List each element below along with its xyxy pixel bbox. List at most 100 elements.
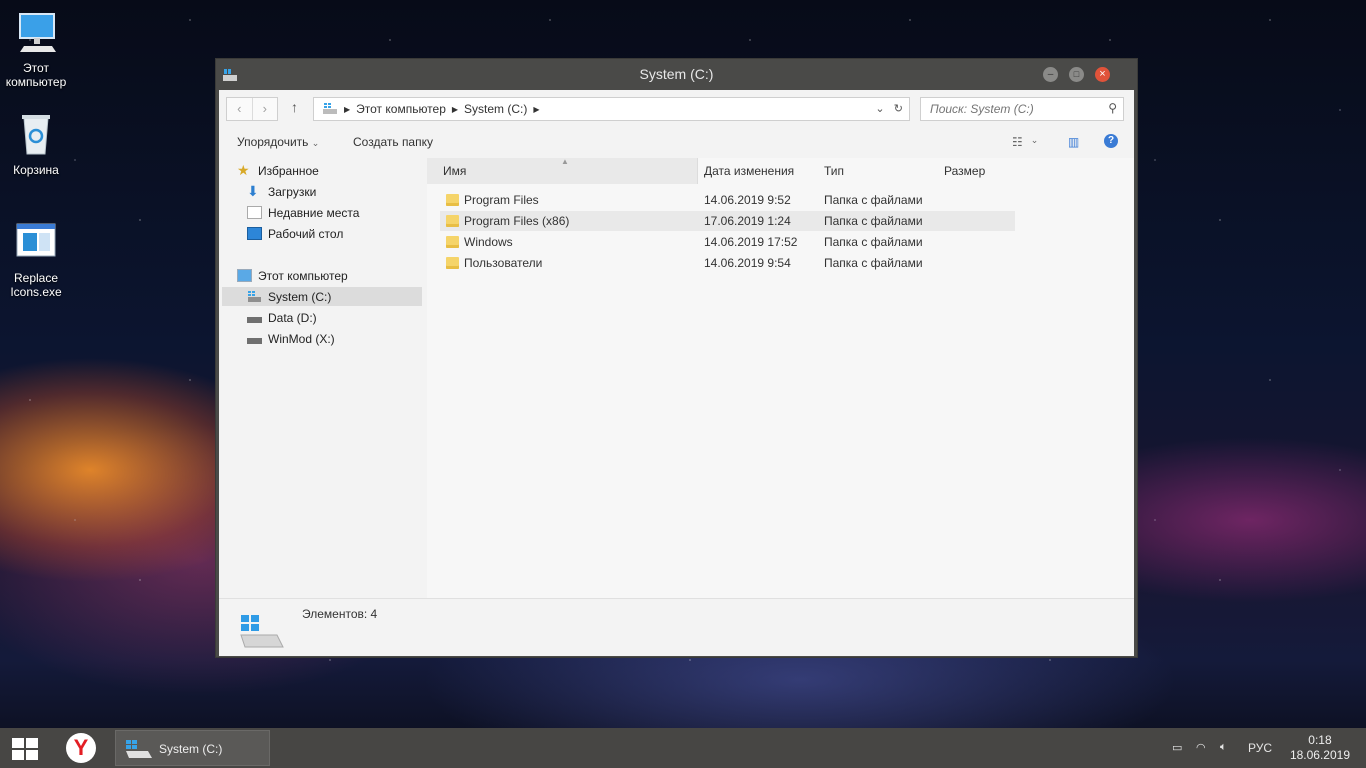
exe-icon xyxy=(16,223,56,257)
drive-icon xyxy=(248,291,261,302)
recycle-bin-icon xyxy=(22,115,50,155)
file-date: 14.06.2019 9:52 xyxy=(704,193,791,207)
desktop-icon-this-pc[interactable]: Этот компьютер xyxy=(0,10,74,89)
organize-menu[interactable]: Упорядочить ⌄ xyxy=(237,135,319,149)
battery-icon[interactable]: ▭ xyxy=(1172,741,1182,754)
back-button[interactable]: ‹ xyxy=(227,98,253,120)
computer-icon xyxy=(237,269,252,282)
clock[interactable]: 0:18 18.06.2019 xyxy=(1290,733,1350,763)
file-name: Program Files xyxy=(464,193,539,207)
up-button[interactable]: ↑ xyxy=(291,99,298,115)
minimize-button[interactable] xyxy=(1043,67,1058,82)
desktop-icon-label: Корзина xyxy=(13,163,59,177)
chevron-right-icon[interactable]: ▶ xyxy=(344,105,350,114)
chevron-down-icon[interactable]: ⌄ xyxy=(1031,135,1039,149)
file-row[interactable]: Windows 14.06.2019 17:52 Папка с файлами xyxy=(440,232,1015,252)
volume-icon[interactable]: 🔈︎ xyxy=(1220,741,1227,754)
taskbar-item-label: System (C:) xyxy=(159,742,223,756)
drive-icon xyxy=(247,337,262,344)
new-folder-button[interactable]: Создать папку xyxy=(353,135,433,149)
desktop-icon-label: Этот компьютер xyxy=(5,61,67,89)
column-header-size[interactable]: Размер xyxy=(944,158,985,184)
nav-label: WinMod (X:) xyxy=(268,331,335,346)
drive-icon xyxy=(323,103,337,114)
file-row[interactable]: Program Files (x86) 17.06.2019 1:24 Папк… xyxy=(440,211,1015,231)
window-title: System (C:) xyxy=(639,66,714,82)
desktop-icon-recycle-bin[interactable]: Корзина xyxy=(0,112,74,177)
nav-buttons: ‹ › xyxy=(226,97,278,121)
file-type: Папка с файлами xyxy=(824,193,923,207)
clock-time: 0:18 xyxy=(1308,733,1332,747)
taskbar: Y System (C:) ▭ ◠ 🔈︎ РУС 0:18 18.06.2019 xyxy=(0,728,1366,768)
nav-label: Избранное xyxy=(258,163,319,178)
view-options-icon[interactable]: ☷ xyxy=(1012,135,1023,149)
preview-pane-icon[interactable]: ▥ xyxy=(1068,135,1079,149)
close-button[interactable] xyxy=(1095,67,1110,82)
address-controls: ⌄ ↻ xyxy=(875,102,903,115)
nav-label: Недавние места xyxy=(268,205,360,220)
refresh-icon[interactable]: ↻ xyxy=(894,103,903,115)
address-row: ‹ › ↑ ▶ Этот компьютер ▶ System (C:) ▶ ⌄… xyxy=(219,90,1134,126)
chevron-right-icon[interactable]: ▶ xyxy=(533,105,539,114)
item-count: Элементов: 4 xyxy=(302,607,378,621)
windows-start-icon[interactable] xyxy=(12,738,38,760)
nav-this-pc[interactable]: Этот компьютер xyxy=(237,266,423,285)
address-bar[interactable]: ▶ Этот компьютер ▶ System (C:) ▶ ⌄ ↻ xyxy=(313,97,910,121)
file-name: Windows xyxy=(464,235,513,249)
folder-icon xyxy=(446,257,459,269)
explorer-window: System (C:) ‹ › ↑ ▶ Этот компьютер ▶ Sys… xyxy=(215,58,1138,658)
nav-desktop[interactable]: Рабочий стол xyxy=(247,224,423,243)
search-icon[interactable]: ⚲ xyxy=(1108,101,1117,115)
nav-downloads[interactable]: ⬇ Загрузки xyxy=(247,182,423,201)
wifi-icon[interactable]: ◠ xyxy=(1196,741,1206,754)
recent-places-icon xyxy=(247,206,262,219)
breadcrumb-drive-c[interactable]: System (C:) xyxy=(464,102,527,116)
file-row[interactable]: Пользователи 14.06.2019 9:54 Папка с фай… xyxy=(440,253,1015,273)
nav-label: Data (D:) xyxy=(268,310,317,325)
column-header-type[interactable]: Тип xyxy=(824,158,844,184)
nav-label: Этот компьютер xyxy=(258,268,348,283)
column-header-date[interactable]: Дата изменения xyxy=(704,158,794,184)
nav-recent[interactable]: Недавние места xyxy=(247,203,423,222)
view-controls: ☷ ⌄ xyxy=(1012,135,1038,149)
clock-date: 18.06.2019 xyxy=(1289,748,1350,762)
search-box[interactable]: ⚲ xyxy=(920,97,1124,121)
forward-button[interactable]: › xyxy=(253,98,278,120)
chevron-right-icon[interactable]: ▶ xyxy=(452,105,458,114)
maximize-button[interactable] xyxy=(1069,67,1084,82)
file-row[interactable]: Program Files 14.06.2019 9:52 Папка с фа… xyxy=(440,190,1015,210)
search-input[interactable] xyxy=(930,102,1100,116)
folder-icon xyxy=(446,215,459,227)
chevron-down-icon: ⌄ xyxy=(311,138,320,148)
breadcrumb-this-pc[interactable]: Этот компьютер xyxy=(356,102,446,116)
nav-favorites[interactable]: ★ Избранное xyxy=(237,161,423,180)
taskbar-item-explorer[interactable]: System (C:) xyxy=(115,730,270,766)
nav-drive-c[interactable]: System (C:) xyxy=(222,287,422,306)
language-indicator[interactable]: РУС xyxy=(1248,741,1272,755)
star-icon: ★ xyxy=(237,162,250,178)
column-header-name[interactable]: ▲ Имя xyxy=(427,157,698,184)
details-pane: Элементов: 4 xyxy=(219,598,1134,656)
file-type: Папка с файлами xyxy=(824,256,923,270)
chevron-down-icon[interactable]: ⌄ xyxy=(875,103,884,115)
desktop-icon-label: Replace Icons.exe xyxy=(10,271,62,299)
desktop-icon xyxy=(247,227,262,240)
yandex-browser-icon[interactable]: Y xyxy=(66,733,96,763)
file-date: 14.06.2019 17:52 xyxy=(704,235,798,249)
drive-icon xyxy=(126,740,152,758)
organize-label: Упорядочить xyxy=(237,135,309,149)
title-bar[interactable]: System (C:) xyxy=(216,59,1137,90)
desktop-icon-replace-icons[interactable]: Replace Icons.exe xyxy=(0,220,74,299)
nav-drive-d[interactable]: Data (D:) xyxy=(247,308,423,327)
file-type: Папка с файлами xyxy=(824,235,923,249)
drive-icon xyxy=(247,316,262,323)
navigation-pane: ★ Избранное ⬇ Загрузки Недавние места Ра… xyxy=(219,158,427,598)
file-type: Папка с файлами xyxy=(824,214,923,228)
folder-icon xyxy=(446,194,459,206)
nav-drive-x[interactable]: WinMod (X:) xyxy=(247,329,423,348)
file-name: Program Files (x86) xyxy=(464,214,570,228)
drive-icon xyxy=(240,615,284,648)
folder-icon xyxy=(446,236,459,248)
help-icon[interactable]: ? xyxy=(1104,134,1118,148)
file-list: ▲ Имя Дата изменения Тип Размер Program … xyxy=(427,157,1134,598)
